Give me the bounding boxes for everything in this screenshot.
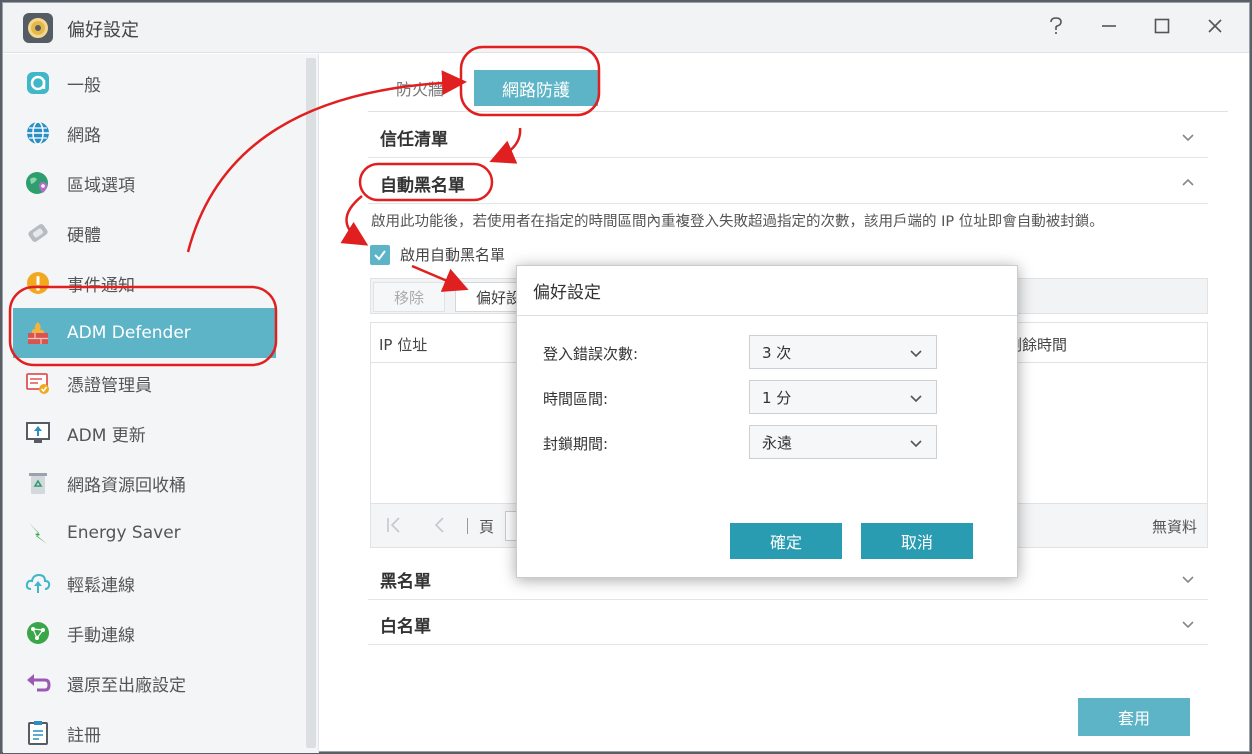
section-trust-list[interactable]: 信任清單 [368, 118, 1208, 158]
minimize-icon[interactable] [1082, 11, 1135, 41]
sidebar-scrollbar[interactable] [306, 58, 316, 748]
sidebar: 一般 網路 區域選項 硬體 事件通知 ADM Defender 憑證管理員 AD… [3, 54, 319, 753]
warning-icon [25, 270, 51, 296]
dialog-title: 偏好設定 [517, 266, 1017, 316]
enable-auto-blacklist-row: 啟用自動黑名單 [370, 244, 505, 265]
time-interval-label: 時間區間: [543, 390, 609, 408]
checkmark-icon [374, 249, 386, 261]
sidebar-item-network[interactable]: 網路 [13, 108, 276, 158]
certificate-icon [25, 370, 51, 396]
previous-page-icon[interactable] [431, 516, 449, 534]
sidebar-item-certificate[interactable]: 憑證管理員 [13, 358, 276, 408]
sidebar-item-registration[interactable]: 註冊 [13, 708, 276, 754]
window-title: 偏好設定 [67, 20, 139, 41]
sidebar-item-recycle-bin[interactable]: 網路資源回收桶 [13, 458, 276, 508]
auto-blacklist-description: 啟用此功能後，若使用者在指定的時間區間內重複登入失敗超過指定的次數，該用戶端的 … [371, 214, 1104, 230]
network-globe-icon [25, 620, 51, 646]
login-failures-label: 登入錯誤次數: [543, 345, 639, 363]
cloud-upload-icon [25, 570, 51, 596]
pager-divider [467, 518, 468, 534]
chevron-down-icon [1182, 621, 1194, 629]
general-icon [25, 70, 51, 96]
sidebar-item-label: 註冊 [67, 725, 101, 746]
sidebar-item-hardware[interactable]: 硬體 [13, 208, 276, 258]
time-interval-value: 1 分 [762, 388, 792, 407]
sidebar-item-label: 手動連線 [67, 625, 135, 646]
sidebar-item-label: Energy Saver [67, 523, 181, 543]
clipboard-icon [25, 720, 51, 746]
column-ip-address[interactable]: IP 位址 [379, 334, 427, 355]
login-failures-row: 登入錯誤次數: 3 次 [543, 335, 943, 369]
sidebar-item-adm-defender[interactable]: ADM Defender [13, 308, 276, 358]
sidebar-item-label: 硬體 [67, 225, 101, 246]
close-icon[interactable] [1188, 11, 1241, 41]
firewall-icon [25, 320, 51, 346]
hardware-icon [25, 220, 51, 246]
section-title: 自動黑名單 [380, 176, 465, 196]
sidebar-item-energy-saver[interactable]: Energy Saver [13, 508, 276, 558]
sidebar-item-label: 事件通知 [67, 275, 135, 296]
preferences-dialog: 偏好設定 登入錯誤次數: 3 次 時間區間: 1 分 封鎖期間: 永遠 確定 取… [516, 265, 1018, 578]
block-duration-row: 封鎖期間: 永遠 [543, 425, 943, 459]
monitor-upload-icon [25, 420, 51, 446]
sidebar-item-label: 網路資源回收桶 [67, 475, 186, 496]
first-page-icon[interactable] [385, 516, 403, 534]
undo-arrow-icon [25, 670, 51, 696]
remove-button[interactable]: 移除 [373, 282, 445, 312]
sidebar-item-factory-reset[interactable]: 還原至出廠設定 [13, 658, 276, 708]
sidebar-item-label: 輕鬆連線 [67, 575, 135, 596]
sidebar-item-label: ADM Defender [67, 323, 191, 343]
sidebar-item-label: 區域選項 [67, 175, 135, 196]
tab-strip: 防火牆 網路防護 [368, 64, 1228, 112]
globe-icon [25, 120, 51, 146]
time-interval-row: 時間區間: 1 分 [543, 380, 943, 414]
preferences-app-icon [23, 13, 53, 43]
block-duration-value: 永遠 [762, 433, 793, 452]
tab-firewall[interactable]: 防火牆 [380, 70, 460, 106]
enable-auto-blacklist-label: 啟用自動黑名單 [400, 246, 506, 264]
section-title: 信任清單 [380, 130, 448, 150]
no-data-text: 無資料 [1151, 518, 1197, 536]
section-auto-blacklist[interactable]: 自動黑名單 [368, 164, 1208, 204]
chevron-down-icon [910, 440, 922, 448]
block-duration-label: 封鎖期間: [543, 435, 609, 453]
lightning-icon [25, 520, 51, 546]
page-label: 頁 [479, 518, 495, 536]
chevron-up-icon [1182, 178, 1194, 186]
sidebar-item-label: 一般 [67, 75, 101, 96]
chevron-down-icon [910, 395, 922, 403]
login-failures-value: 3 次 [762, 343, 792, 362]
section-title: 白名單 [380, 617, 431, 637]
section-title: 黑名單 [380, 572, 431, 592]
sidebar-item-notification[interactable]: 事件通知 [13, 258, 276, 308]
sidebar-item-label: 憑證管理員 [67, 375, 152, 396]
tab-network-defense[interactable]: 網路防護 [474, 70, 598, 106]
help-icon[interactable] [1029, 11, 1082, 41]
maximize-icon[interactable] [1135, 11, 1188, 41]
window-controls [1029, 11, 1241, 41]
title-bar: 偏好設定 [3, 3, 1249, 53]
recycle-bin-icon [25, 470, 51, 496]
time-interval-select[interactable]: 1 分 [749, 380, 937, 414]
apply-button[interactable]: 套用 [1078, 698, 1190, 736]
cancel-button[interactable]: 取消 [861, 523, 973, 559]
sidebar-item-manual-connect[interactable]: 手動連線 [13, 608, 276, 658]
chevron-down-icon [1182, 134, 1194, 142]
chevron-down-icon [1182, 576, 1194, 584]
sidebar-item-label: ADM 更新 [67, 425, 146, 446]
block-duration-select[interactable]: 永遠 [749, 425, 937, 459]
ok-button[interactable]: 確定 [730, 523, 842, 559]
chevron-down-icon [910, 350, 922, 358]
sidebar-item-ezconnect[interactable]: 輕鬆連線 [13, 558, 276, 608]
enable-auto-blacklist-checkbox[interactable] [370, 244, 390, 265]
sidebar-item-general[interactable]: 一般 [13, 58, 276, 108]
sidebar-item-region[interactable]: 區域選項 [13, 158, 276, 208]
sidebar-item-adm-update[interactable]: ADM 更新 [13, 408, 276, 458]
sidebar-item-label: 還原至出廠設定 [67, 675, 186, 696]
region-globe-pin-icon [25, 170, 51, 196]
section-whitelist[interactable]: 白名單 [368, 605, 1208, 645]
login-failures-select[interactable]: 3 次 [749, 335, 937, 369]
sidebar-item-label: 網路 [67, 125, 101, 146]
